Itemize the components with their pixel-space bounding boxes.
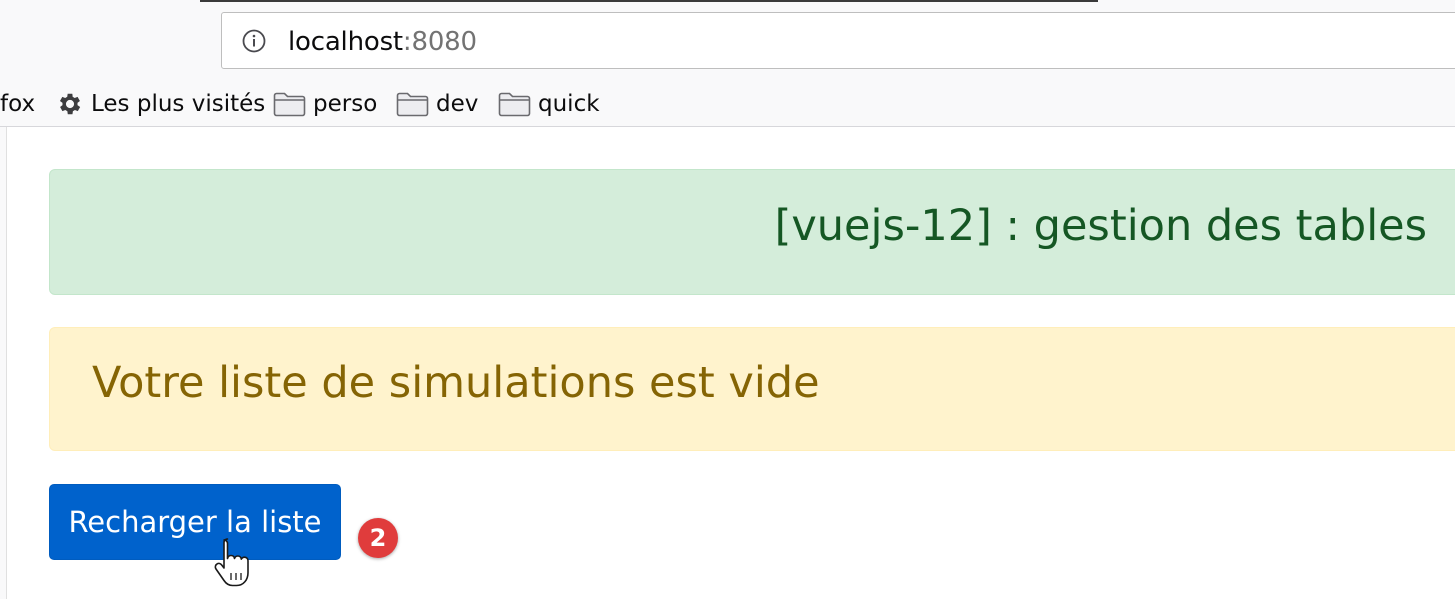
- empty-list-message: Votre liste de simulations est vide: [92, 358, 820, 408]
- step-badge: 2: [358, 518, 398, 558]
- reload-list-button[interactable]: Recharger la liste: [49, 484, 341, 560]
- bookmark-label: Les plus visités: [91, 91, 266, 117]
- empty-list-alert: Votre liste de simulations est vide: [49, 327, 1455, 451]
- folder-icon: [396, 92, 429, 117]
- hand-pointer-icon: [214, 538, 249, 587]
- bookmarks-toolbar: fox Les plus visités perso dev quick: [0, 88, 1455, 127]
- page-title: [vuejs-12] : gestion des tables: [774, 201, 1427, 251]
- bookmark-folder-perso[interactable]: perso: [273, 89, 377, 119]
- tab-strip-line: [200, 0, 1098, 2]
- bookmark-folder-dev[interactable]: dev: [396, 89, 478, 119]
- url-bar[interactable]: localhost:8080: [221, 12, 1455, 69]
- info-icon[interactable]: [242, 29, 266, 53]
- url-host: localhost: [288, 27, 403, 57]
- url-text[interactable]: localhost:8080: [288, 27, 477, 57]
- bookmark-item-fox[interactable]: fox: [0, 89, 35, 119]
- folder-icon: [498, 92, 531, 117]
- gear-icon: [59, 93, 81, 115]
- bookmark-label: fox: [0, 91, 36, 117]
- browser-toolbar: localhost:8080: [0, 0, 1455, 88]
- title-alert: [vuejs-12] : gestion des tables: [49, 169, 1455, 295]
- url-port: :8080: [402, 27, 477, 57]
- bookmark-item-most-visited[interactable]: Les plus visités: [56, 89, 265, 119]
- folder-icon: [273, 92, 306, 117]
- bookmark-label: quick: [538, 91, 600, 117]
- page-content: [vuejs-12] : gestion des tables Votre li…: [6, 127, 1455, 599]
- bookmark-label: dev: [436, 91, 479, 117]
- bookmark-folder-quick[interactable]: quick: [498, 89, 600, 119]
- bookmark-label: perso: [313, 91, 378, 117]
